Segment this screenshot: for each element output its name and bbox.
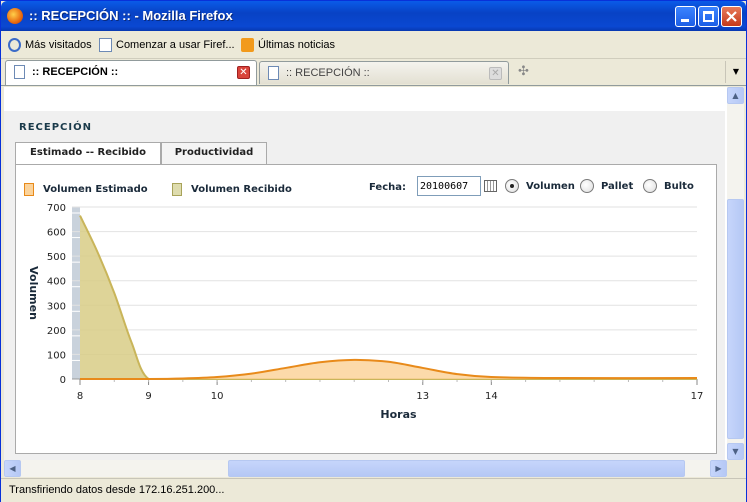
panel-body: Volumen Estimado Volumen Recibido Fecha:…	[15, 164, 717, 454]
volume-chart: 0 100 200 300 400 500 600 700 8 9 10 13 14 17 Horas Vol…	[27, 203, 704, 421]
tab-estimado-recibido[interactable]: Estimado -- Recibido	[15, 142, 161, 165]
y-tick-label: 0	[60, 375, 66, 386]
page-icon	[14, 65, 25, 79]
y-tick-label: 500	[47, 252, 66, 263]
vertical-scrollbar[interactable]: ▲ ▼	[727, 87, 744, 460]
x-axis-label: Horas	[380, 408, 417, 421]
legend-item-recibido: Volumen Recibido	[172, 183, 292, 196]
minimize-button[interactable]	[675, 6, 696, 27]
maximize-icon	[703, 11, 714, 22]
tab-label: :: RECEPCIÓN ::	[32, 66, 119, 78]
scroll-left-icon[interactable]: ◀	[4, 460, 21, 477]
y-tick-label: 600	[47, 228, 66, 239]
title-bar[interactable]: :: RECEPCIÓN :: - Mozilla Firefox	[1, 1, 746, 31]
chart-panel: Estimado -- Recibido Productividad Volum…	[15, 142, 717, 454]
fecha-input[interactable]	[417, 176, 481, 196]
minimize-icon	[681, 19, 689, 22]
x-tick-label: 8	[77, 391, 83, 402]
y-tick-label: 100	[47, 350, 66, 361]
section-title: RECEPCIÓN	[19, 122, 92, 133]
radio-label-volumen: Volumen	[526, 181, 575, 192]
x-tick-label: 14	[485, 391, 498, 402]
radio-bulto[interactable]	[643, 179, 657, 193]
page-content: RECEPCIÓN Estimado -- Recibido Productiv…	[4, 87, 727, 460]
bookmark-mas-visitados[interactable]: Más visitados	[8, 38, 92, 52]
tab-label: :: RECEPCIÓN ::	[286, 67, 370, 79]
legend-swatch-estimado	[24, 183, 34, 196]
horizontal-scrollbar[interactable]: ◀ ▶	[4, 460, 727, 477]
radio-label-pallet: Pallet	[601, 181, 634, 192]
bookmarks-toolbar: Más visitados Comenzar a usar Firef... Ú…	[1, 32, 746, 59]
rss-icon	[241, 38, 254, 52]
horizontal-scroll-thumb[interactable]	[228, 460, 685, 477]
tab-list-chevron-icon[interactable]: ▼	[725, 61, 746, 83]
scroll-right-icon[interactable]: ▶	[710, 460, 727, 477]
x-tick-label: 9	[145, 391, 151, 402]
close-icon	[726, 11, 737, 22]
page-icon	[99, 38, 112, 52]
tab-strip: :: RECEPCIÓN :: ✕ :: RECEPCIÓN :: ✕ ✣ ▼	[1, 59, 746, 86]
plot-area	[80, 207, 697, 379]
bookmark-comenzar[interactable]: Comenzar a usar Firef...	[99, 38, 235, 52]
browser-window: :: RECEPCIÓN :: - Mozilla Firefox Más vi…	[0, 0, 747, 502]
scroll-down-icon[interactable]: ▼	[727, 443, 744, 460]
y-axis-label: Volumen	[27, 266, 40, 320]
close-tab-icon[interactable]: ✕	[237, 66, 250, 79]
bookmark-label: Comenzar a usar Firef...	[116, 39, 235, 51]
fecha-label: Fecha:	[369, 182, 407, 193]
tab-productividad[interactable]: Productividad	[161, 142, 267, 164]
status-text: Transfiriendo datos desde 172.16.251.200…	[9, 484, 225, 496]
y-tick-label: 300	[47, 301, 66, 312]
x-tick-label: 13	[416, 391, 429, 402]
legend-label: Volumen Estimado	[43, 184, 148, 195]
search-icon	[8, 38, 21, 52]
legend-item-estimado: Volumen Estimado	[24, 183, 148, 196]
x-tick-label: 10	[211, 391, 224, 402]
tab-recepcion-2[interactable]: :: RECEPCIÓN :: ✕	[259, 61, 509, 84]
close-window-button[interactable]	[721, 6, 742, 27]
scroll-up-icon[interactable]: ▲	[727, 87, 744, 104]
tab-recepcion-active[interactable]: :: RECEPCIÓN :: ✕	[5, 60, 257, 85]
x-tick-label: 17	[691, 391, 704, 402]
radio-label-bulto: Bulto	[664, 181, 694, 192]
legend-swatch-recibido	[172, 183, 182, 196]
new-tab-button[interactable]: ✣	[512, 62, 535, 83]
status-bar: Transfiriendo datos desde 172.16.251.200…	[1, 478, 746, 502]
vertical-scroll-thumb[interactable]	[727, 199, 744, 439]
legend-label: Volumen Recibido	[191, 184, 292, 195]
page-icon	[268, 66, 279, 80]
calendar-icon[interactable]	[484, 180, 497, 192]
y-tick-label: 700	[47, 203, 66, 214]
bookmark-label: Últimas noticias	[258, 39, 336, 51]
axis-strip	[72, 207, 80, 379]
maximize-button[interactable]	[698, 6, 719, 27]
radio-pallet[interactable]	[580, 179, 594, 193]
window-title: :: RECEPCIÓN :: - Mozilla Firefox	[29, 8, 233, 23]
y-tick-label: 400	[47, 277, 66, 288]
close-tab-icon[interactable]: ✕	[489, 67, 502, 80]
bookmark-label: Más visitados	[25, 39, 92, 51]
firefox-icon	[7, 8, 23, 24]
bookmark-ultimas-noticias[interactable]: Últimas noticias	[241, 38, 335, 52]
radio-volumen[interactable]	[505, 179, 519, 193]
y-tick-label: 200	[47, 326, 66, 337]
